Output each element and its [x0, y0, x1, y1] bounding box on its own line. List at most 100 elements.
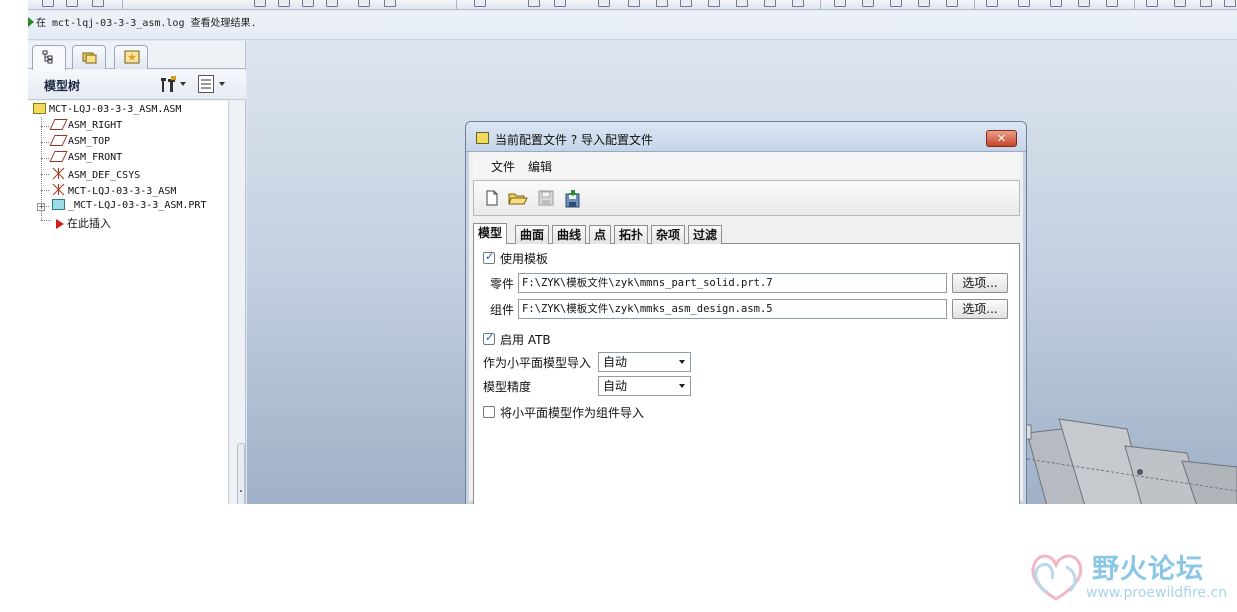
toolbar-icon[interactable] [528, 0, 540, 7]
save-as-icon[interactable] [563, 189, 581, 208]
tab-misc[interactable]: 杂项 [651, 225, 686, 244]
tree-item-part[interactable]: _MCT-LQJ-03-3-3_ASM.PRT [52, 199, 206, 215]
toolbar-icon[interactable] [1224, 0, 1236, 7]
part-options-button[interactable]: 选项... [952, 273, 1008, 293]
tab-filter[interactable]: 过滤 [688, 225, 723, 244]
new-icon[interactable] [42, 0, 54, 7]
tree-item-asm-top[interactable]: ASM_TOP [49, 135, 110, 151]
toolbar-icon[interactable] [358, 0, 370, 7]
dialog-toolbar [473, 180, 1020, 216]
toolbar-icon[interactable] [1018, 0, 1030, 7]
show-columns-icon[interactable] [198, 75, 214, 93]
tab-favorites[interactable] [114, 45, 148, 69]
toolbar-icon[interactable] [474, 0, 486, 7]
toolbar-icon[interactable] [1078, 0, 1090, 7]
dialog-menubar: 文件 编辑 [473, 153, 1020, 178]
new-file-icon[interactable] [483, 189, 501, 207]
toolbar-icon[interactable] [254, 0, 266, 7]
toolbar-icon[interactable] [384, 0, 396, 7]
enable-atb-checkbox[interactable]: ✓ [483, 331, 495, 345]
forum-watermark: 野火论坛 www.proewildfire.cn [1026, 545, 1237, 612]
toolbar-icon[interactable] [890, 0, 902, 7]
toolbar-icon[interactable] [278, 0, 290, 7]
show-dropdown-caret-icon[interactable] [219, 82, 225, 86]
toolbar-icon[interactable] [1106, 0, 1118, 7]
toolbar-icon[interactable] [326, 0, 338, 7]
tree-item-asm-right[interactable]: ASM_RIGHT [49, 119, 122, 135]
checkmark-icon: ✓ [485, 250, 495, 263]
facet-as-assembly-checkbox[interactable] [483, 406, 495, 418]
part-icon [52, 199, 65, 210]
navigator-tabs [28, 41, 246, 70]
datum-plane-icon [49, 135, 68, 146]
expand-toggle-icon[interactable]: + [37, 203, 45, 211]
toolbar-icon[interactable] [1050, 0, 1062, 7]
tab-point[interactable]: 点 [589, 225, 612, 244]
toolbar-icon[interactable] [792, 0, 804, 7]
tab-topology[interactable]: 拓扑 [614, 225, 649, 244]
tab-surface[interactable]: 曲面 [515, 225, 550, 244]
model-accuracy-label: 模型精度 [483, 380, 532, 394]
watermark-logo-icon [1026, 547, 1086, 605]
insert-here-icon [56, 219, 64, 229]
toolbar-icon[interactable] [918, 0, 930, 7]
toolbar-icon[interactable] [1146, 0, 1158, 7]
open-icon[interactable] [66, 0, 78, 7]
open-folder-icon[interactable] [508, 189, 528, 207]
save-icon[interactable] [537, 189, 555, 207]
part-template-label: 零件 [490, 277, 515, 291]
tree-item-csys[interactable]: MCT-LQJ-03-3-3_ASM [52, 183, 176, 199]
tab-model[interactable]: 模型 [473, 223, 508, 245]
assembly-template-field[interactable]: F:\ZYK\模板文件\zyk\mmks_asm_design.asm.5 [518, 299, 947, 319]
tree-item-asm-def-csys[interactable]: ASM_DEF_CSYS [52, 167, 140, 183]
dialog-titlebar[interactable]: 当前配置文件 ? 导入配置文件 ✕ [466, 122, 1026, 152]
save-icon[interactable] [92, 0, 104, 7]
toolbar-icon[interactable] [946, 0, 958, 7]
toolbar-icon[interactable] [736, 0, 748, 7]
part-template-field[interactable]: F:\ZYK\模板文件\zyk\mmns_part_solid.prt.7 [518, 273, 947, 293]
tree-item-asm-front[interactable]: ASM_FRONT [49, 151, 122, 167]
message-area: 在 mct-lqj-03-3-3_asm.log 查看处理结果. [28, 11, 1237, 40]
tab-folder-browser[interactable] [72, 45, 106, 69]
checkmark-icon: ✓ [485, 331, 495, 344]
close-button[interactable]: ✕ [986, 130, 1017, 147]
menu-edit[interactable]: 编辑 [528, 158, 552, 175]
chevron-down-icon [679, 384, 685, 388]
settings-tools-icon[interactable] [158, 76, 178, 94]
toolbar-icon[interactable] [598, 0, 610, 7]
model-tree-tab-icon [42, 50, 56, 67]
use-template-checkbox[interactable]: ✓ [483, 250, 495, 264]
tab-model-tree[interactable] [32, 45, 66, 70]
toolbar-icon[interactable] [764, 0, 776, 7]
tree-item-insert-here[interactable]: 在此插入 [56, 215, 111, 231]
tree-item-root-assembly[interactable]: MCT-LQJ-03-3-3_ASM.ASM [33, 103, 181, 119]
facet-import-label: 作为小平面模型导入 [483, 356, 592, 370]
menu-file[interactable]: 文件 [491, 158, 515, 175]
toolbar-icon[interactable] [302, 0, 314, 7]
toolbar-icon[interactable] [708, 0, 720, 7]
dialog-app-icon [476, 132, 489, 144]
assembly-options-button[interactable]: 选项... [952, 299, 1008, 319]
toolbar-icon[interactable] [862, 0, 874, 7]
dialog-tabs: 模型 曲面 曲线 点 拓扑 杂项 过滤 [473, 223, 1020, 245]
tab-curve[interactable]: 曲线 [552, 225, 587, 244]
toolbar-icon[interactable] [1174, 0, 1186, 7]
toolbar-icon[interactable] [986, 0, 998, 7]
status-message: 在 mct-lqj-03-3-3_asm.log 查看处理结果. [36, 18, 257, 29]
facet-as-assembly-label: 将小平面模型作为组件导入 [500, 406, 645, 420]
datum-plane-icon [49, 119, 68, 130]
toolbar-icon[interactable] [680, 0, 692, 7]
toolbar-icon[interactable] [1200, 0, 1212, 7]
model-tree-header: 模型树 [28, 70, 246, 100]
facet-import-select[interactable]: 自动 [598, 352, 691, 372]
toolbar-icon[interactable] [554, 0, 566, 7]
settings-dropdown-caret-icon[interactable] [180, 82, 186, 86]
toolbar-icon[interactable] [628, 0, 640, 7]
toolbar-icon[interactable] [656, 0, 668, 7]
navigator-splitter[interactable] [237, 443, 245, 504]
assembly-icon [33, 103, 46, 114]
enable-atb-label: 启用 ATB [500, 333, 551, 347]
model-accuracy-select[interactable]: 自动 [598, 376, 691, 396]
toolbar-icon[interactable] [834, 0, 846, 7]
model-tree-title: 模型树 [44, 79, 81, 93]
